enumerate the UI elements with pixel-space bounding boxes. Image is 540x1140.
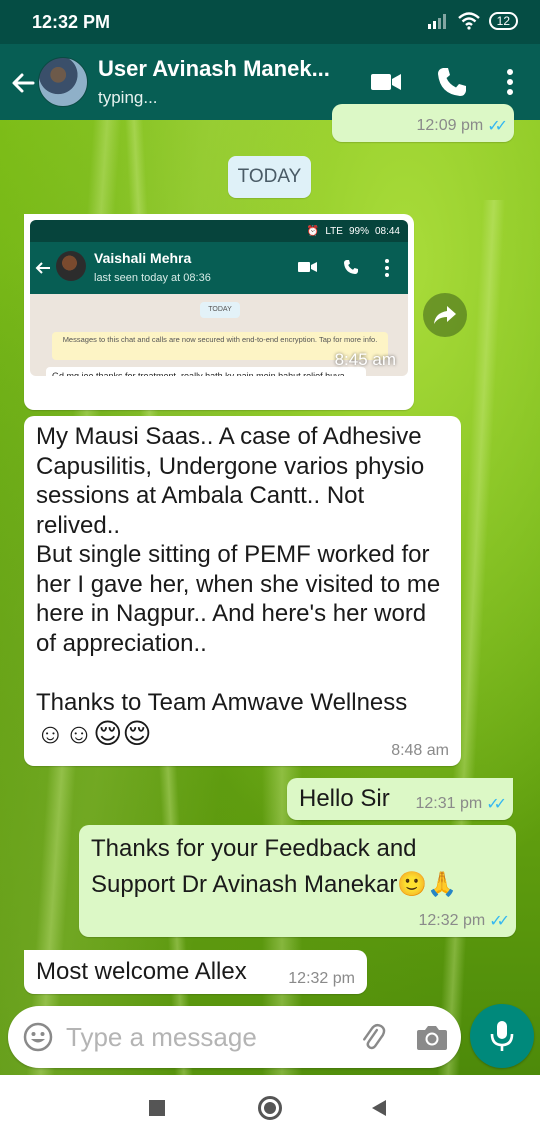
phone-icon — [344, 260, 358, 274]
message-time: 12:09 pm — [416, 117, 484, 134]
mic-button[interactable] — [470, 1004, 534, 1068]
status-icons: 12 — [427, 12, 518, 30]
message-meta: 12:32 pm — [288, 970, 355, 988]
home-button[interactable] — [258, 1096, 282, 1120]
message-time: 12:32 pm — [418, 912, 486, 929]
back-arrow-icon — [35, 262, 50, 274]
phone-icon[interactable] — [434, 64, 470, 100]
message-text: Hello Sir — [299, 785, 390, 812]
contact-status: typing... — [98, 88, 158, 107]
signal-icon — [427, 14, 446, 29]
date-chip: TODAY — [228, 156, 311, 198]
message-bubble-outgoing[interactable]: Hello Sir 12:31 pm ✓✓ — [287, 778, 513, 820]
alarm-icon: ⏰ — [306, 225, 320, 237]
back-button[interactable] — [370, 1099, 388, 1117]
message-bubble-previous[interactable]: 12:09 pm ✓✓ — [332, 104, 514, 142]
more-vert-icon[interactable] — [492, 64, 528, 100]
forward-icon — [434, 306, 456, 324]
more-vert-icon — [385, 259, 389, 277]
message-input[interactable]: Type a message — [66, 1022, 257, 1053]
double-check-icon: ✓✓ — [489, 913, 510, 930]
status-bar: 12:32 PM 12 — [0, 0, 540, 44]
message-text: My Mausi Saas.. A case of Adhesive Capus… — [36, 422, 456, 751]
image-time: 8:45 am — [334, 350, 396, 369]
screenshot-time: 08:44 — [374, 225, 400, 237]
message-time: 12:32 pm — [288, 970, 355, 987]
emoji-icon[interactable] — [22, 1021, 54, 1053]
message-bubble-outgoing[interactable]: Thanks for your Feedback and Support Dr … — [79, 825, 516, 937]
double-check-icon: ✓✓ — [486, 796, 507, 813]
message-time: 8:48 am — [391, 742, 449, 759]
screenshot-contact-name: Vaishali Mehra — [94, 250, 192, 266]
wifi-icon — [457, 12, 480, 30]
video-call-icon[interactable] — [368, 64, 404, 100]
battery-indicator: 12 — [488, 12, 518, 30]
forwarded-screenshot[interactable]: ⏰ LTE 99% 08:44 Vaishali Mehra last seen… — [30, 220, 408, 376]
message-text: Thanks for your Feedback and Support Dr … — [91, 835, 458, 898]
double-check-icon: ✓✓ — [487, 118, 508, 135]
message-input-bar[interactable]: Type a message — [8, 1006, 461, 1068]
status-time: 12:32 PM — [32, 12, 111, 32]
message-meta: 12:32 pm ✓✓ — [418, 911, 510, 931]
recents-button[interactable] — [149, 1100, 165, 1116]
message-meta: 8:48 am — [391, 742, 449, 760]
message-time: 12:31 pm — [415, 795, 483, 812]
screenshot-status-bar: ⏰ LTE 99% 08:44 — [30, 220, 408, 242]
screenshot-last-seen: last seen today at 08:36 — [94, 272, 211, 284]
screenshot-header: Vaishali Mehra last seen today at 08:36 — [30, 242, 408, 294]
contact-name[interactable]: User Avinash Manek... — [98, 56, 330, 82]
system-navigation-bar — [0, 1075, 540, 1140]
forward-button[interactable] — [423, 293, 467, 337]
mic-icon — [490, 1021, 514, 1051]
video-call-icon — [298, 262, 317, 272]
paperclip-icon[interactable] — [356, 1021, 388, 1053]
screenshot-message: Gd mg jee thanks for treatment .really h… — [46, 367, 366, 376]
screenshot-avatar — [56, 251, 86, 281]
avatar[interactable] — [38, 57, 88, 107]
message-meta: 12:31 pm ✓✓ — [415, 794, 507, 814]
screenshot-date-chip: TODAY — [200, 302, 240, 318]
message-meta: 12:09 pm ✓✓ — [416, 116, 508, 136]
image-message-bubble[interactable]: ⏰ LTE 99% 08:44 Vaishali Mehra last seen… — [24, 214, 414, 410]
message-bubble-incoming[interactable]: My Mausi Saas.. A case of Adhesive Capus… — [24, 416, 461, 766]
camera-icon[interactable] — [416, 1022, 448, 1052]
message-bubble-incoming[interactable]: Most welcome Allex 12:32 pm — [24, 950, 367, 994]
screenshot-battery: 99% — [348, 225, 369, 237]
screenshot-network: LTE — [325, 225, 343, 237]
back-arrow-icon[interactable] — [8, 68, 38, 98]
message-text: Most welcome Allex — [36, 958, 247, 985]
